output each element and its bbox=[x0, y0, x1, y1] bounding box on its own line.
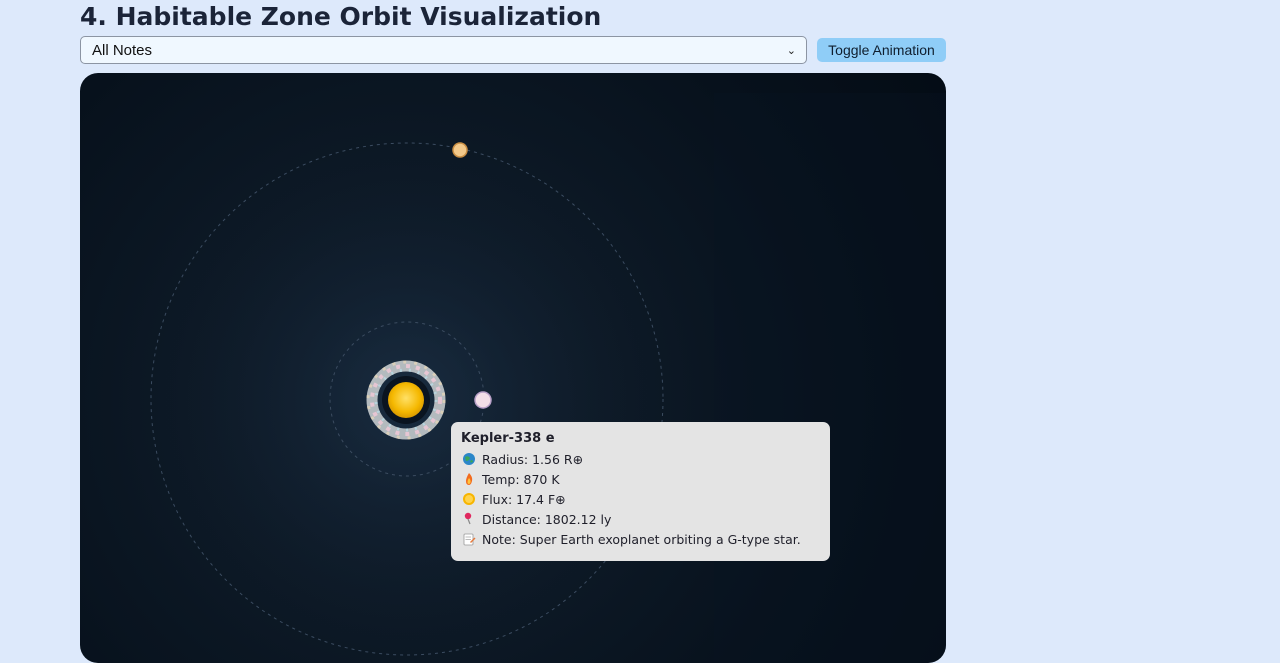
sun-icon bbox=[461, 492, 476, 507]
tooltip-radius: Radius: 1.56 R⊕ bbox=[482, 451, 584, 467]
tooltip-radius-row: Radius: 1.56 R⊕ bbox=[461, 449, 820, 469]
tooltip-temp: Temp: 870 K bbox=[482, 471, 560, 487]
tooltip-distance-row: Distance: 1802.12 ly bbox=[461, 509, 820, 529]
orbit-svg bbox=[150, 93, 946, 663]
chevron-down-icon: ⌄ bbox=[786, 44, 796, 57]
tooltip-flux-row: Flux: 17.4 F⊕ bbox=[461, 489, 820, 509]
tooltip-note-row: Note: Super Earth exoplanet orbiting a G… bbox=[461, 529, 820, 549]
toggle-animation-button[interactable]: Toggle Animation bbox=[817, 38, 946, 62]
page-title: 4. Habitable Zone Orbit Visualization bbox=[80, 2, 602, 31]
star[interactable] bbox=[388, 382, 424, 418]
notes-filter-select[interactable]: All Notes ⌄ bbox=[80, 36, 807, 64]
memo-icon bbox=[461, 532, 476, 547]
planet-outer[interactable] bbox=[452, 142, 468, 158]
fire-icon bbox=[461, 472, 476, 487]
background-panel bbox=[714, 93, 946, 663]
globe-icon bbox=[461, 452, 476, 467]
tooltip-distance: Distance: 1802.12 ly bbox=[482, 511, 612, 527]
planet-tooltip: Kepler-338 e Radius: 1.56 R⊕ Temp: 870 K… bbox=[451, 422, 830, 561]
orbit-canvas[interactable] bbox=[80, 73, 946, 663]
planet-kepler-338e[interactable] bbox=[474, 391, 492, 409]
tooltip-planet-name: Kepler-338 e bbox=[461, 431, 555, 446]
select-value: All Notes bbox=[92, 41, 153, 59]
pin-icon bbox=[461, 512, 476, 527]
tooltip-flux: Flux: 17.4 F⊕ bbox=[482, 491, 566, 507]
tooltip-temp-row: Temp: 870 K bbox=[461, 469, 820, 489]
tooltip-note: Note: Super Earth exoplanet orbiting a G… bbox=[482, 531, 801, 547]
